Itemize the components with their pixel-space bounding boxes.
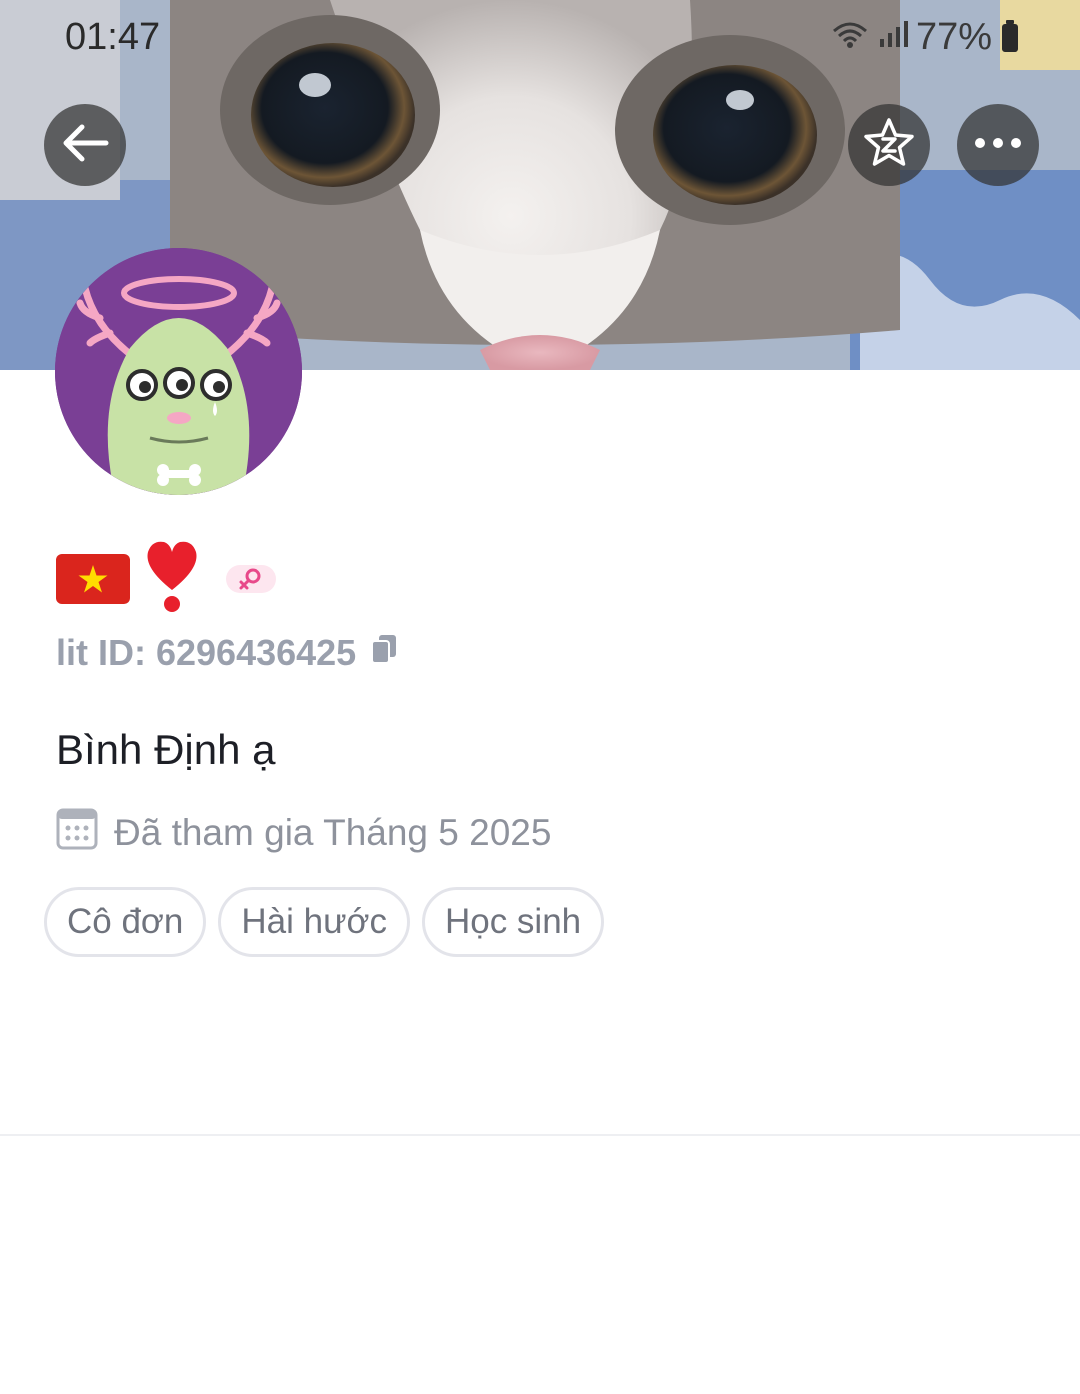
joined-text: Đã tham gia Tháng 5 2025 — [114, 811, 552, 853]
lit-id-text: lit ID: 6296436425 — [56, 632, 357, 673]
wifi-icon — [830, 16, 870, 59]
section-divider — [0, 1134, 1080, 1136]
calendar-icon — [56, 806, 98, 859]
female-gender-icon — [226, 564, 276, 593]
back-arrow-icon — [60, 123, 110, 168]
joined-date-row: Đã tham gia Tháng 5 2025 — [56, 806, 551, 859]
lit-id-row[interactable]: lit ID: 6296436425 — [56, 632, 398, 674]
z-star-icon — [863, 117, 915, 174]
status-bar: 01:47 77% — [0, 0, 1080, 76]
status-indicators: 77% — [830, 16, 1018, 59]
profile-badges — [56, 538, 276, 619]
back-button[interactable] — [44, 104, 126, 186]
more-dots-icon — [973, 136, 1023, 154]
tag-chip[interactable]: Hài hước — [218, 887, 410, 957]
profile-avatar[interactable] — [55, 248, 302, 495]
interest-tags: Cô đơn Hài hước Học sinh — [44, 887, 605, 957]
status-time: 01:47 — [65, 16, 161, 58]
vietnam-flag-icon — [56, 553, 130, 604]
signal-icon — [878, 16, 908, 59]
tag-chip[interactable]: Cô đơn — [44, 887, 207, 957]
profile-bio: Bình Định ạ — [56, 726, 276, 773]
battery-percent: 77% — [915, 16, 992, 58]
heart-exclamation-icon — [144, 538, 200, 619]
profile-page: 01:47 77% lit ID: 6296436425 Bình Định ạ… — [0, 0, 1080, 1394]
copy-icon[interactable] — [370, 632, 398, 674]
tag-chip[interactable]: Học sinh — [421, 887, 605, 957]
favorite-button[interactable] — [848, 104, 930, 186]
battery-icon — [1002, 19, 1018, 52]
more-options-button[interactable] — [957, 104, 1039, 186]
